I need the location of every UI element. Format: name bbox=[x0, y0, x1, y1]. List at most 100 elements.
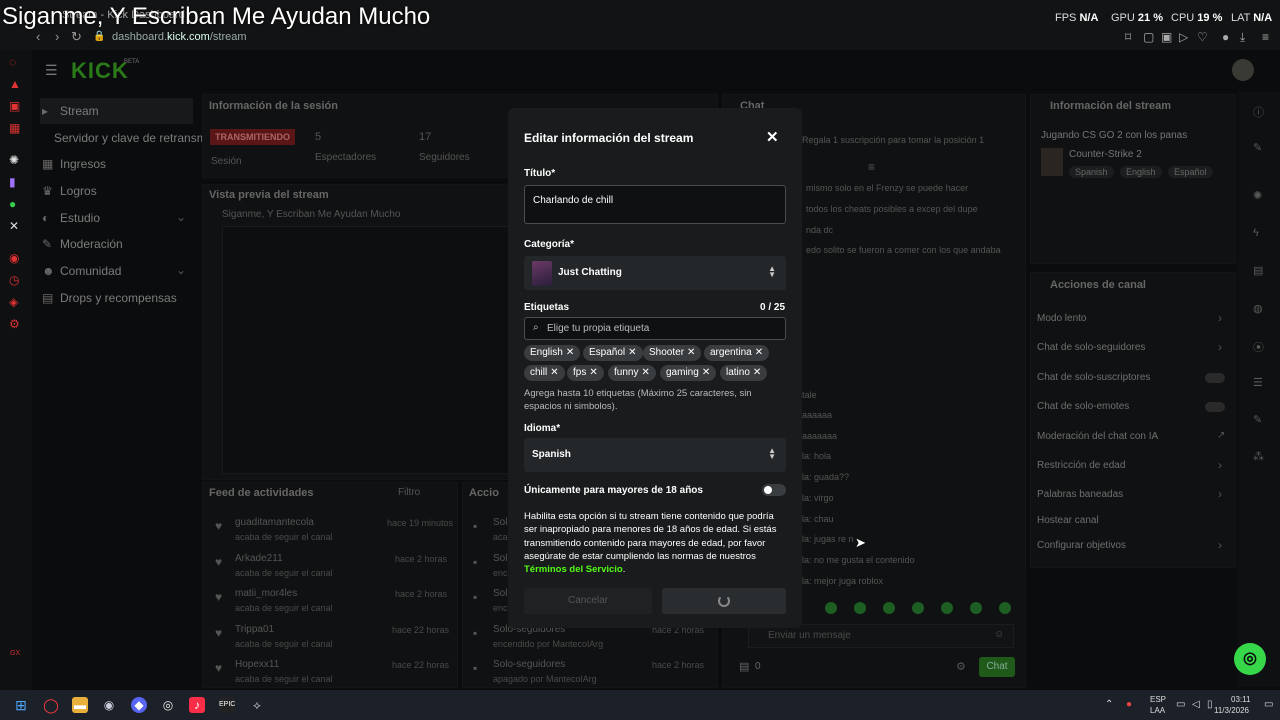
settings-icon[interactable]: ⚙ bbox=[9, 317, 20, 331]
remove-tag-icon[interactable]: ✕ bbox=[641, 367, 649, 378]
action-palabras-baneadas[interactable]: Palabras baneadas bbox=[1037, 489, 1123, 500]
dots-icon[interactable]: ⁂ bbox=[1253, 450, 1264, 463]
file-explorer-icon[interactable]: ▬ bbox=[72, 697, 88, 713]
chevron-up-icon[interactable]: ⌃ bbox=[1105, 699, 1113, 710]
adult-toggle[interactable] bbox=[762, 484, 786, 496]
wrench-icon[interactable]: ✎ bbox=[1253, 413, 1262, 426]
tag-chip[interactable]: gaming ✕ bbox=[660, 365, 717, 381]
profile-icon[interactable]: ● bbox=[1222, 30, 1229, 44]
remove-tag-icon[interactable]: ✕ bbox=[550, 367, 558, 378]
screenshot-icon[interactable]: ▢ bbox=[1143, 30, 1154, 44]
forward-icon[interactable]: › bbox=[55, 29, 59, 44]
tag-chip[interactable]: fps ✕ bbox=[567, 365, 604, 381]
language-select[interactable]: Spanish ▲ ▼ bbox=[524, 438, 786, 472]
action-hostear-canal[interactable]: Hostear canal bbox=[1037, 515, 1099, 526]
broadcast-icon[interactable]: ⦿ bbox=[1253, 339, 1264, 355]
battery-icon[interactable]: ▯ bbox=[1207, 699, 1213, 710]
sidebar-item-logros[interactable]: ♛ Logros bbox=[42, 184, 97, 198]
play-icon[interactable]: ▷ bbox=[1179, 30, 1188, 44]
player-icon[interactable]: ◉ bbox=[9, 251, 19, 265]
language-indicator[interactable]: ESP bbox=[1150, 695, 1166, 704]
remove-tag-icon[interactable]: ✕ bbox=[589, 367, 597, 378]
chat-icon[interactable]: ◍ bbox=[1253, 302, 1263, 315]
emote-icon[interactable] bbox=[999, 602, 1011, 614]
category-select[interactable]: Just Chatting ▲ ▼ bbox=[524, 256, 786, 290]
settings-icon[interactable]: ⚙ bbox=[956, 660, 966, 673]
sidebar-item-ingresos[interactable]: ▦ Ingresos bbox=[42, 157, 106, 171]
reload-icon[interactable]: ↻ bbox=[71, 29, 82, 45]
action-restriccion-edad[interactable]: Restricción de edad bbox=[1037, 460, 1125, 471]
microphone-icon[interactable]: ● bbox=[1126, 699, 1132, 710]
steam-icon[interactable]: ◉ bbox=[101, 697, 117, 713]
hamburger-icon[interactable]: ☰ bbox=[45, 62, 58, 79]
support-button[interactable]: ◎ bbox=[1234, 643, 1266, 675]
clock-date[interactable]: 11/3/2026 bbox=[1214, 706, 1249, 715]
toggle-switch[interactable] bbox=[1205, 373, 1225, 383]
save-button[interactable] bbox=[662, 588, 786, 614]
edit-icon[interactable]: ✎ bbox=[1253, 141, 1262, 154]
avatar[interactable] bbox=[1232, 59, 1254, 81]
music-icon[interactable]: ♪ bbox=[189, 697, 205, 713]
address-bar[interactable]: dashboard.kick.com/stream bbox=[112, 31, 247, 43]
emote-icon[interactable] bbox=[854, 602, 866, 614]
terms-link[interactable]: Términos del Servicio bbox=[524, 564, 623, 575]
back-icon[interactable]: ‹ bbox=[36, 29, 40, 44]
chatgpt-icon[interactable]: ✺ bbox=[9, 153, 19, 167]
epic-games-icon[interactable]: EPIC bbox=[219, 697, 235, 713]
sidebar-item-comunidad[interactable]: ☻ Comunidad bbox=[42, 264, 121, 278]
action-modo-lento[interactable]: Modo lento bbox=[1037, 313, 1086, 324]
whatsapp-icon[interactable]: ● bbox=[9, 197, 16, 211]
action-solo-suscriptores[interactable]: Chat de solo-suscriptores bbox=[1037, 372, 1150, 383]
windows-start-icon[interactable]: ⊞ bbox=[13, 697, 29, 713]
tag-chip[interactable]: funny ✕ bbox=[608, 365, 656, 381]
emote-icon[interactable] bbox=[912, 602, 924, 614]
notifications-icon[interactable]: ▭ bbox=[1264, 699, 1273, 710]
clock-time[interactable]: 03:11 bbox=[1231, 695, 1250, 704]
remove-tag-icon[interactable]: ✕ bbox=[702, 367, 710, 378]
remove-tag-icon[interactable]: ✕ bbox=[566, 347, 574, 358]
kick-logo[interactable]: KICK bbox=[71, 58, 129, 84]
opera-gx-icon[interactable]: ◯ bbox=[43, 697, 59, 713]
twitch-rail-icon[interactable]: ▣ bbox=[9, 99, 20, 113]
action-configurar-objetivos[interactable]: Configurar objetivos bbox=[1037, 540, 1126, 551]
sidebar-item-moderacion[interactable]: ✎ Moderación bbox=[42, 237, 123, 251]
feed-filter[interactable]: Filtro bbox=[398, 487, 420, 498]
aria-icon[interactable]: ▲ bbox=[9, 77, 21, 91]
emote-icon[interactable] bbox=[825, 602, 837, 614]
cancel-button[interactable]: Cancelar bbox=[524, 588, 652, 614]
gift-icon[interactable]: ▤ bbox=[739, 660, 749, 673]
app-icon[interactable]: ⟡ bbox=[249, 697, 265, 713]
history-icon[interactable]: ◷ bbox=[9, 273, 19, 287]
x-icon[interactable]: ✕ bbox=[9, 219, 19, 233]
emote-icon[interactable] bbox=[941, 602, 953, 614]
action-moderacion-ia[interactable]: Moderación del chat con IA bbox=[1037, 431, 1158, 442]
list-icon[interactable]: ☰ bbox=[1253, 376, 1263, 389]
emoji-icon[interactable]: ☺ bbox=[994, 629, 1004, 640]
opera-icon[interactable]: ◌ bbox=[9, 55, 16, 69]
heart-icon[interactable]: ♡ bbox=[1197, 30, 1208, 44]
download-icon[interactable]: ⤓ bbox=[1240, 30, 1245, 45]
remove-tag-icon[interactable]: ✕ bbox=[755, 347, 763, 358]
tag-chip[interactable]: chill ✕ bbox=[524, 365, 565, 381]
emote-icon[interactable] bbox=[883, 602, 895, 614]
tag-chip[interactable]: Español ✕ bbox=[583, 345, 643, 361]
tag-chip[interactable]: argentina ✕ bbox=[704, 345, 770, 361]
menu-icon[interactable]: ≡ bbox=[1262, 30, 1269, 44]
shield-icon[interactable]: ▣ bbox=[1161, 30, 1172, 44]
obs-icon[interactable]: ◎ bbox=[160, 697, 176, 713]
filter-icon[interactable]: ≡ bbox=[868, 160, 875, 174]
remove-tag-icon[interactable]: ✕ bbox=[687, 347, 695, 358]
raid-icon[interactable]: ✺ bbox=[1253, 189, 1262, 202]
emote-icon[interactable] bbox=[970, 602, 982, 614]
extensions-icon[interactable]: ◈ bbox=[9, 295, 18, 309]
remove-tag-icon[interactable]: ✕ bbox=[628, 347, 636, 358]
title-input[interactable]: Charlando de chill bbox=[524, 185, 786, 224]
toggle-switch[interactable] bbox=[1205, 402, 1225, 412]
bolt-icon[interactable]: ϟ bbox=[1253, 227, 1259, 239]
twitch-icon[interactable]: ▮ bbox=[9, 175, 16, 189]
volume-icon[interactable]: ◁ bbox=[1192, 699, 1200, 710]
tag-search-input[interactable]: ⌕ Elige tu propia etiqueta bbox=[524, 317, 786, 340]
sidebar-item-estudio[interactable]: ◐ Estudio bbox=[42, 211, 100, 225]
action-solo-seguidores[interactable]: Chat de solo-seguidores bbox=[1037, 342, 1145, 353]
bookmark-icon[interactable]: ⌑ bbox=[1125, 30, 1131, 44]
